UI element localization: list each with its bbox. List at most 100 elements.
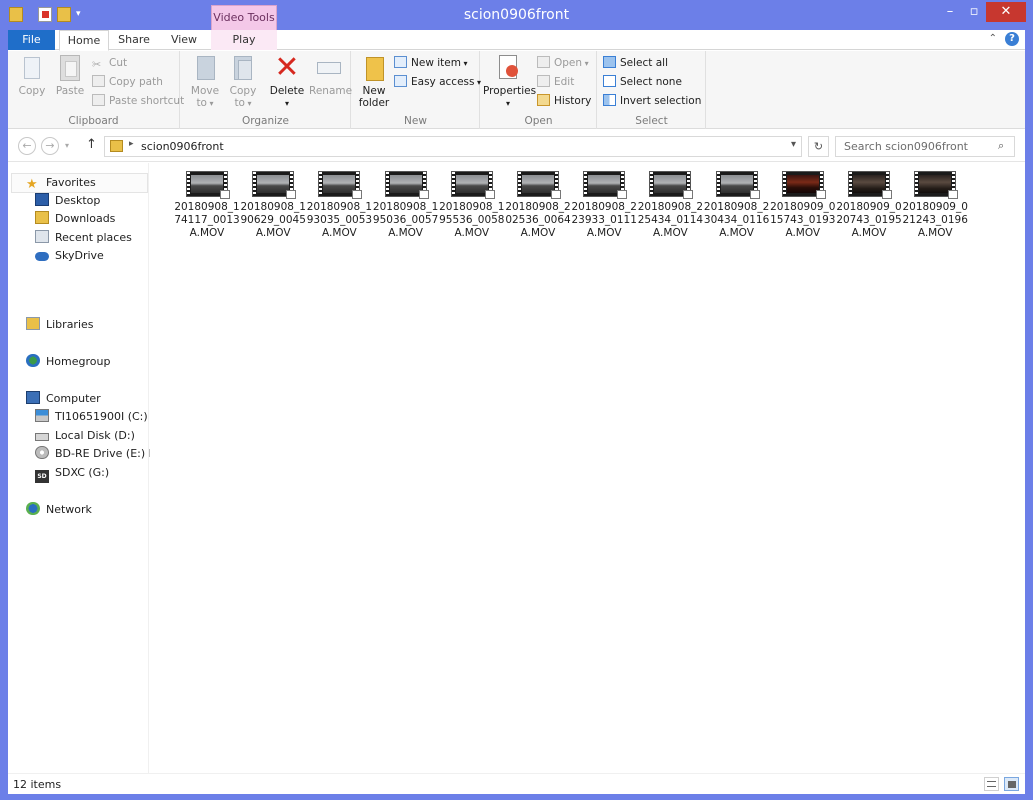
back-button[interactable]: ←: [18, 137, 36, 155]
copy-button[interactable]: Copy: [14, 53, 50, 97]
folder-icon: [110, 140, 123, 152]
rename-button[interactable]: Rename: [309, 53, 352, 97]
nav-libraries[interactable]: Libraries: [26, 316, 94, 334]
file-item[interactable]: 20180908_1 93035_0053 A.MOV: [306, 171, 372, 240]
copy-to-button[interactable]: Copy to ▾: [225, 53, 261, 110]
ribbon: Copy Paste ✂ Cut Copy path Paste shortcut…: [8, 51, 1025, 129]
tab-view[interactable]: View: [163, 30, 205, 50]
arrow-right-icon: →: [45, 139, 55, 152]
new-folder-button[interactable]: New folder: [356, 53, 392, 109]
breadcrumb-folder[interactable]: scion0906front: [141, 140, 224, 153]
nav-computer[interactable]: Computer: [26, 390, 101, 408]
nav-recent-places[interactable]: Recent places: [35, 229, 132, 247]
file-name-line: 20180908_2: [703, 201, 770, 213]
file-item[interactable]: 20180908_1 74117_0013 A.MOV: [174, 171, 240, 240]
chevron-up-icon[interactable]: ⌃: [989, 33, 997, 44]
open-label: Open: [554, 57, 583, 69]
video-thumbnail-icon: [848, 171, 892, 199]
nav-drive-c[interactable]: TI10651900I (C:): [35, 408, 148, 426]
file-name-line: A.MOV: [586, 227, 622, 239]
address-dropdown-icon[interactable]: ▾: [791, 139, 796, 150]
breadcrumb-chevron-icon[interactable]: ▸: [129, 139, 134, 149]
file-item[interactable]: 20180909_0 15743_0193 A.MOV: [770, 171, 836, 240]
address-bar[interactable]: ▸ scion0906front ▾: [104, 136, 802, 157]
large-icons-view-button[interactable]: [1004, 777, 1019, 791]
select-all-button[interactable]: Select all: [603, 54, 668, 72]
paste-shortcut-button[interactable]: Paste shortcut: [92, 92, 184, 110]
copy-path-label: Copy path: [109, 76, 163, 88]
nav-homegroup[interactable]: Homegroup: [26, 353, 110, 371]
history-icon: [537, 94, 550, 106]
nav-drive-d[interactable]: Local Disk (D:): [35, 427, 135, 445]
rename-icon: [315, 53, 343, 83]
select-none-button[interactable]: Select none: [603, 73, 682, 91]
edit-button[interactable]: Edit: [537, 73, 574, 91]
homegroup-icon: [26, 354, 40, 367]
open-button[interactable]: Open ▾: [537, 54, 589, 72]
properties-button[interactable]: Properties ▾: [483, 53, 536, 110]
copy-path-button[interactable]: Copy path: [92, 73, 163, 91]
help-icon[interactable]: ?: [1005, 32, 1019, 46]
refresh-icon: ↻: [813, 140, 824, 153]
file-item[interactable]: 20180908_1 95536_0058 A.MOV: [439, 171, 505, 240]
select-group: Select all Select none Invert selection …: [598, 51, 706, 129]
open-group-label: Open: [524, 115, 553, 127]
file-item[interactable]: 20180908_2 30434_0116 A.MOV: [704, 171, 770, 240]
new-folder-label-2: folder: [358, 97, 390, 109]
file-name-line: 23933_0111: [571, 214, 637, 226]
refresh-button[interactable]: ↻: [808, 136, 829, 157]
nav-skydrive[interactable]: SkyDrive: [35, 247, 104, 265]
nav-drive-g[interactable]: SD SDXC (G:): [35, 464, 109, 483]
up-arrow-icon[interactable]: ↑: [86, 137, 97, 152]
search-icon[interactable]: ⌕: [998, 139, 1004, 153]
file-item[interactable]: 20180908_1 90629_0045 A.MOV: [240, 171, 306, 240]
recent-locations-icon[interactable]: ▾: [65, 141, 69, 150]
tab-play[interactable]: Play: [211, 30, 277, 50]
paste-button[interactable]: Paste: [52, 53, 88, 97]
clipboard-group-label: Clipboard: [68, 115, 119, 127]
nav-favorites[interactable]: ★ Favorites: [26, 174, 96, 192]
minimize-button[interactable]: –: [940, 2, 960, 22]
properties-icon: [494, 53, 522, 83]
nav-desktop[interactable]: Desktop: [35, 192, 100, 210]
nav-network-label: Network: [46, 503, 92, 516]
select-all-icon: [603, 56, 616, 68]
hard-disk-icon: [35, 433, 49, 441]
file-name-line: 20180908_1: [439, 201, 505, 213]
file-item[interactable]: 20180909_0 21243_0196 A.MOV: [902, 171, 968, 240]
details-view-button[interactable]: [984, 777, 999, 791]
address-row: ← → ▾ ↑ ▸ scion0906front ▾ ↻ Search scio…: [8, 130, 1025, 162]
file-name-line: 20180908_2: [637, 201, 704, 213]
nav-computer-label: Computer: [46, 392, 101, 405]
history-button[interactable]: History: [537, 92, 591, 110]
invert-selection-button[interactable]: Invert selection: [603, 92, 701, 110]
file-item[interactable]: 20180908_2 25434_0114 A.MOV: [637, 171, 703, 240]
file-name-line: 30434_0116: [703, 214, 770, 226]
file-item[interactable]: 20180908_2 23933_0111 A.MOV: [571, 171, 637, 240]
file-list: 20180908_1 74117_0013 A.MOV 20180908_1 90629…: [150, 163, 1025, 773]
delete-button[interactable]: ✕ Delete ▾: [269, 53, 305, 110]
select-all-label: Select all: [620, 57, 668, 69]
easy-access-button[interactable]: Easy access ▾: [394, 73, 481, 91]
move-to-button[interactable]: Move to ▾: [187, 53, 223, 110]
close-button[interactable]: ✕: [986, 2, 1026, 22]
tab-share[interactable]: Share: [113, 30, 155, 50]
tab-home[interactable]: Home: [59, 30, 109, 51]
file-item[interactable]: 20180908_2 02536_0064 A.MOV: [505, 171, 571, 240]
search-input[interactable]: Search scion0906front: [835, 136, 1015, 157]
maximize-button[interactable]: ▫: [964, 2, 984, 22]
video-thumbnail-icon: [252, 171, 297, 199]
title-bar[interactable]: ▾ Video Tools scion0906front – ▫ ✕: [0, 0, 1033, 30]
forward-button[interactable]: →: [41, 137, 59, 155]
file-name-line: 20180909_0: [902, 201, 968, 213]
file-item[interactable]: 20180908_1 95036_0057 A.MOV: [373, 171, 439, 240]
star-icon: ★: [26, 177, 38, 192]
cut-button[interactable]: ✂ Cut: [92, 54, 127, 72]
new-item-button[interactable]: New item ▾: [394, 54, 468, 72]
tab-file[interactable]: File: [8, 30, 55, 50]
copy-icon: [18, 53, 46, 83]
file-item[interactable]: 20180909_0 20743_0195 A.MOV: [836, 171, 902, 240]
large-icons-view-icon: [1008, 781, 1016, 788]
nav-downloads[interactable]: Downloads: [35, 210, 115, 228]
nav-network[interactable]: Network: [26, 501, 92, 519]
